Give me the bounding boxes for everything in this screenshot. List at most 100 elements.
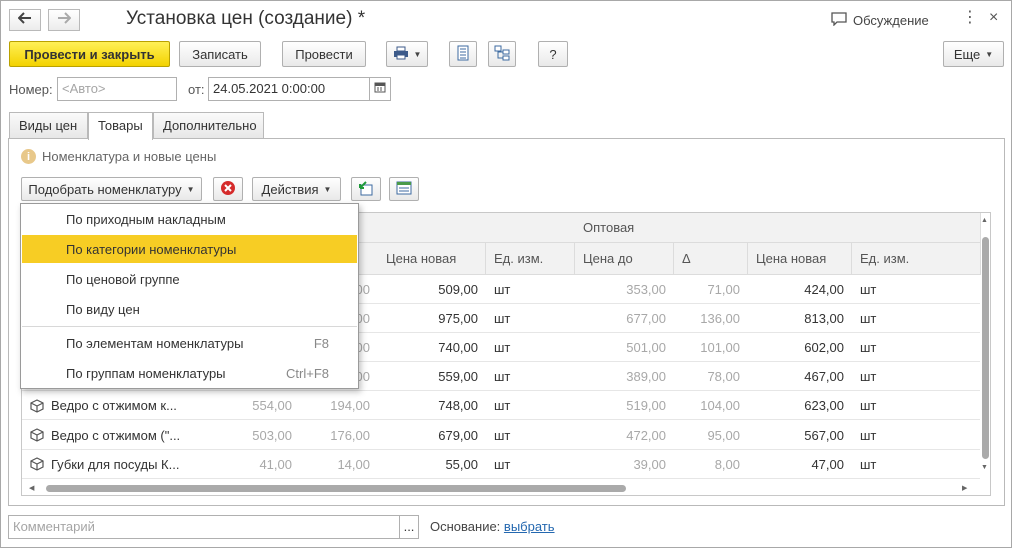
menu-item-receipts[interactable]: По приходным накладным	[22, 205, 357, 233]
scroll-down-icon[interactable]: ▼	[981, 464, 988, 471]
cell-new1[interactable]: 748,00	[378, 391, 486, 420]
delete-row-button[interactable]	[213, 177, 243, 201]
column-price-before-2[interactable]: Цена до	[575, 243, 674, 275]
pick-products-button[interactable]: Подобрать номенклатуру ▼	[21, 177, 202, 201]
document-journal-button[interactable]	[449, 41, 477, 67]
tab-goods[interactable]: Товары	[88, 112, 153, 140]
menu-item-price-group[interactable]: По ценовой группе	[22, 265, 357, 293]
cell-unit2[interactable]: шт	[852, 304, 981, 333]
column-delta-2[interactable]: Δ	[674, 243, 748, 275]
fill-prices-button[interactable]	[389, 177, 419, 201]
cell-c2[interactable]: 176,00	[300, 421, 378, 450]
cell-new2[interactable]: 602,00	[748, 333, 852, 362]
vertical-scroll-thumb[interactable]	[982, 237, 989, 459]
cell-delta2[interactable]: 71,00	[674, 275, 748, 304]
cell-unit2[interactable]: шт	[852, 362, 981, 391]
cell-new1[interactable]: 559,00	[378, 362, 486, 391]
post-button[interactable]: Провести	[282, 41, 366, 67]
number-field[interactable]: <Авто>	[57, 77, 177, 101]
cell-c2[interactable]: 14,00	[300, 450, 378, 479]
column-unit-1[interactable]: Ед. изм.	[486, 243, 575, 275]
save-button[interactable]: Записать	[179, 41, 261, 67]
cell-before2[interactable]: 472,00	[575, 421, 674, 450]
cell-delta2[interactable]: 104,00	[674, 391, 748, 420]
cell-delta2[interactable]: 101,00	[674, 333, 748, 362]
cell-new1[interactable]: 975,00	[378, 304, 486, 333]
cell-new1[interactable]: 509,00	[378, 275, 486, 304]
cell-delta2[interactable]: 8,00	[674, 450, 748, 479]
calendar-button[interactable]	[369, 77, 391, 101]
tab-additional[interactable]: Дополнительно	[153, 112, 264, 139]
cell-c1[interactable]: 503,00	[212, 421, 300, 450]
more-vertical-icon[interactable]: ⋮	[962, 10, 978, 26]
structure-button[interactable]	[488, 41, 516, 67]
actions-button[interactable]: Действия ▼	[252, 177, 341, 201]
cell-unit2[interactable]: шт	[852, 391, 981, 420]
back-button[interactable]	[9, 9, 41, 31]
horizontal-scroll-thumb[interactable]	[46, 485, 626, 492]
cell-new1[interactable]: 55,00	[378, 450, 486, 479]
cell-unit1[interactable]: шт	[486, 421, 575, 450]
menu-item-price-type[interactable]: По виду цен	[22, 295, 357, 323]
cell-delta2[interactable]: 136,00	[674, 304, 748, 333]
cell-name[interactable]: Губки для посуды К...	[22, 450, 212, 479]
menu-item-groups[interactable]: По группам номенклатуры Ctrl+F8	[22, 359, 357, 387]
basis-select-link[interactable]: выбрать	[504, 519, 555, 534]
cell-new2[interactable]: 467,00	[748, 362, 852, 391]
comment-select-button[interactable]: ...	[399, 515, 419, 539]
cell-name[interactable]: Ведро с отжимом к...	[22, 391, 212, 420]
column-unit-2[interactable]: Ед. изм.	[852, 243, 981, 275]
cell-unit2[interactable]: шт	[852, 333, 981, 362]
cell-delta2[interactable]: 95,00	[674, 421, 748, 450]
cell-c2[interactable]: 194,00	[300, 391, 378, 420]
cell-new2[interactable]: 623,00	[748, 391, 852, 420]
close-icon[interactable]: ×	[989, 9, 998, 27]
print-button[interactable]: ▼	[386, 41, 428, 67]
scroll-right-icon[interactable]: ▶	[962, 484, 967, 492]
comment-field[interactable]: Комментарий	[8, 515, 400, 539]
cell-unit2[interactable]: шт	[852, 275, 981, 304]
load-prices-button[interactable]	[351, 177, 381, 201]
cell-new2[interactable]: 47,00	[748, 450, 852, 479]
cell-before2[interactable]: 389,00	[575, 362, 674, 391]
cell-before2[interactable]: 501,00	[575, 333, 674, 362]
column-new-price-1[interactable]: Цена новая	[378, 243, 486, 275]
cell-new2[interactable]: 424,00	[748, 275, 852, 304]
cell-unit1[interactable]: шт	[486, 362, 575, 391]
cell-unit1[interactable]: шт	[486, 333, 575, 362]
cell-before2[interactable]: 677,00	[575, 304, 674, 333]
tab-price-types[interactable]: Виды цен	[9, 112, 88, 139]
scroll-up-icon[interactable]: ▲	[981, 217, 988, 224]
cell-new2[interactable]: 567,00	[748, 421, 852, 450]
menu-item-category[interactable]: По категории номенклатуры	[22, 235, 357, 263]
chevron-down-icon: ▼	[985, 49, 994, 59]
table-row[interactable]: Губки для посуды К... 41,00 14,00 55,00 шт 39…	[22, 450, 981, 479]
menu-item-elements[interactable]: По элементам номенклатуры F8	[22, 329, 357, 357]
cell-before2[interactable]: 39,00	[575, 450, 674, 479]
cell-new1[interactable]: 679,00	[378, 421, 486, 450]
cell-new1[interactable]: 740,00	[378, 333, 486, 362]
table-row[interactable]: Ведро с отжимом ("... 503,00 176,00 679,00 ш…	[22, 421, 981, 450]
cell-unit1[interactable]: шт	[486, 450, 575, 479]
column-new-price-2[interactable]: Цена новая	[748, 243, 852, 275]
post-and-close-button[interactable]: Провести и закрыть	[9, 41, 170, 67]
table-row[interactable]: Ведро с отжимом к... 554,00 194,00 748,00 шт…	[22, 391, 981, 421]
cell-before2[interactable]: 353,00	[575, 275, 674, 304]
cell-unit2[interactable]: шт	[852, 450, 981, 479]
cell-before2[interactable]: 519,00	[575, 391, 674, 420]
discussion-button[interactable]: Обсуждение	[831, 12, 929, 29]
forward-button[interactable]	[48, 9, 80, 31]
cell-new2[interactable]: 813,00	[748, 304, 852, 333]
scroll-left-icon[interactable]: ◀	[29, 484, 34, 492]
cell-c1[interactable]: 554,00	[212, 391, 300, 420]
cell-delta2[interactable]: 78,00	[674, 362, 748, 391]
cell-unit1[interactable]: шт	[486, 275, 575, 304]
cell-name[interactable]: Ведро с отжимом ("...	[22, 421, 212, 450]
cell-unit1[interactable]: шт	[486, 304, 575, 333]
help-button[interactable]: ?	[538, 41, 568, 67]
date-field[interactable]: 24.05.2021 0:00:00	[208, 77, 370, 101]
cell-c1[interactable]: 41,00	[212, 450, 300, 479]
more-button[interactable]: Еще ▼	[943, 41, 1004, 67]
cell-unit2[interactable]: шт	[852, 421, 981, 450]
cell-unit1[interactable]: шт	[486, 391, 575, 420]
